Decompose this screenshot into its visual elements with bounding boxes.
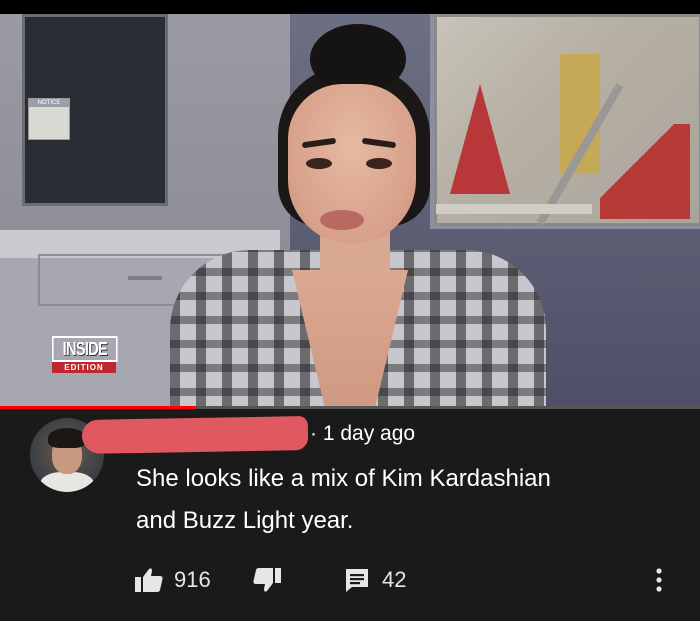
left-eye <box>306 158 332 169</box>
drawer-handle <box>128 276 162 280</box>
mirror-shelf <box>436 204 592 214</box>
comment-text: She looks like a mix of Kim Kardashian a… <box>136 458 676 542</box>
mirror-reflection-red-panel <box>600 124 690 219</box>
comment-icon <box>344 567 370 593</box>
comment-timestamp: · 1 day ago <box>310 422 416 445</box>
avatar-hair <box>48 428 86 448</box>
comment-text-line-1: She looks like a mix of Kim Kardashian <box>136 465 551 492</box>
thumb-down-icon <box>252 567 282 593</box>
mirror-reflection-red-triangle <box>450 84 510 194</box>
dislike-button[interactable] <box>252 560 282 600</box>
logo-subtitle: EDITION <box>52 362 116 373</box>
comment-actions: 916 42 <box>0 560 700 600</box>
video-frame[interactable]: NOTICE INSIDE EDITION <box>0 14 700 406</box>
comment-text-line-2: and Buzz Light year. <box>136 507 354 534</box>
reply-count: 42 <box>382 567 407 592</box>
inside-edition-logo: INSIDE EDITION <box>52 336 118 373</box>
person-lips <box>320 210 364 230</box>
top-black-bar <box>0 0 700 14</box>
right-eye <box>366 158 392 169</box>
notice-sign: NOTICE <box>28 98 70 140</box>
logo-title: INSIDE <box>52 336 118 362</box>
thumb-up-icon <box>134 567 164 593</box>
more-options-button[interactable] <box>654 560 664 600</box>
avatar-shirt <box>40 472 94 492</box>
redacted-username <box>81 416 309 454</box>
like-count: 916 <box>174 567 211 592</box>
like-button[interactable]: 916 <box>134 560 211 600</box>
more-vert-icon <box>654 567 664 593</box>
reply-button[interactable]: 42 <box>344 560 406 600</box>
